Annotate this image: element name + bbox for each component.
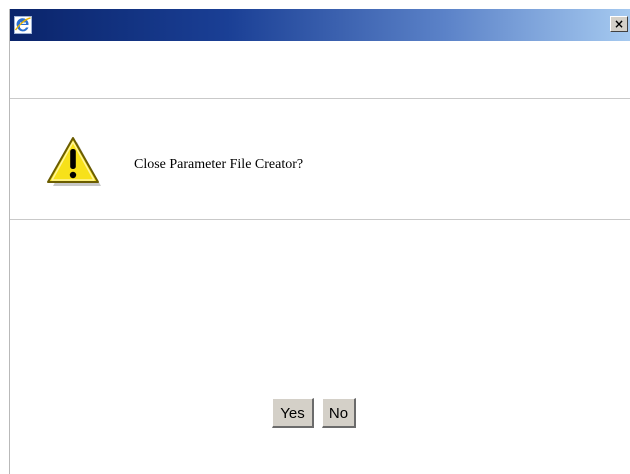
warning-icon [47, 137, 101, 186]
divider-bottom [10, 219, 630, 220]
divider-top [10, 98, 630, 99]
close-icon: × [613, 17, 625, 31]
no-button[interactable]: No [322, 398, 356, 428]
internet-explorer-icon [14, 16, 32, 34]
dialog-message: Close Parameter File Creator? [134, 157, 304, 172]
yes-button[interactable]: Yes [272, 398, 314, 428]
title-bar[interactable]: × [10, 9, 630, 41]
dialog-window: × Close Parameter File Creator? Yes No [9, 9, 630, 474]
close-button[interactable]: × [610, 16, 628, 32]
